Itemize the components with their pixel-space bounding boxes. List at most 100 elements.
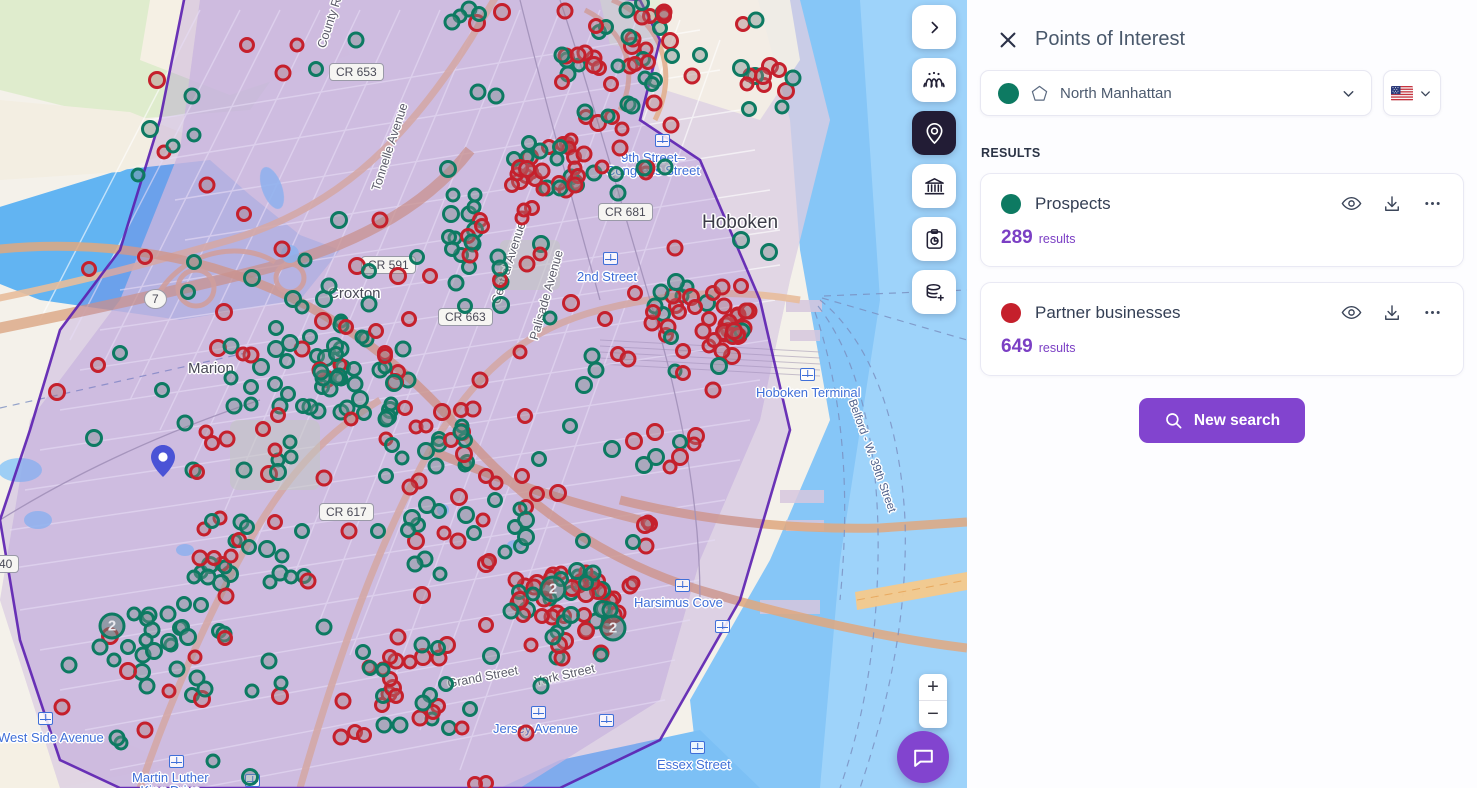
download-icon[interactable]: [1382, 303, 1402, 323]
map-poi-marker[interactable]: [391, 716, 409, 734]
map-poi-marker[interactable]: [199, 568, 216, 586]
map-poi-marker[interactable]: [355, 644, 371, 660]
map-poi-marker[interactable]: [47, 382, 66, 401]
map-poi-marker[interactable]: [562, 418, 578, 435]
area-select[interactable]: North Manhattan: [980, 70, 1372, 116]
map-poi-marker[interactable]: [478, 467, 495, 484]
map-poi-marker[interactable]: [474, 218, 491, 235]
map-poi-marker[interactable]: [360, 295, 377, 313]
map-poi-marker[interactable]: [502, 602, 520, 620]
map-poi-marker[interactable]: [138, 677, 156, 695]
map-poi-marker[interactable]: [282, 434, 298, 449]
map-poi-marker[interactable]: [600, 108, 616, 124]
map-poi-marker[interactable]: [160, 633, 178, 652]
map-poi-marker[interactable]: [119, 661, 138, 680]
map-poi-marker[interactable]: [268, 319, 285, 336]
map-poi-marker[interactable]: [497, 544, 513, 560]
map-poi-marker[interactable]: [704, 381, 722, 399]
map-poi-marker[interactable]: [584, 56, 603, 74]
map-poi-marker[interactable]: [491, 259, 509, 277]
map-poi-marker[interactable]: [186, 569, 202, 584]
map-poi-marker[interactable]: [452, 402, 469, 419]
map-poi-marker[interactable]: [327, 346, 344, 363]
map-poi-marker[interactable]: [562, 605, 581, 624]
map-poi-marker[interactable]: [283, 449, 299, 465]
map-poi-marker[interactable]: [161, 683, 177, 699]
map-poi-marker[interactable]: [244, 683, 260, 698]
map-poi-marker[interactable]: [553, 74, 570, 91]
map-poi-marker[interactable]: [406, 555, 424, 573]
map-poi-marker[interactable]: [627, 285, 644, 302]
map-poi-marker[interactable]: [289, 37, 304, 53]
map-poi-marker[interactable]: [713, 278, 731, 296]
map-poi-marker[interactable]: [724, 321, 743, 340]
map-poi-marker[interactable]: [269, 463, 288, 482]
map-poi-marker[interactable]: [442, 205, 461, 223]
map-poi-marker[interactable]: [376, 347, 393, 364]
map-poi-marker[interactable]: [611, 139, 629, 157]
map-poi-marker[interactable]: [481, 552, 497, 569]
map-poi-marker[interactable]: [656, 6, 672, 22]
result-card[interactable]: Prospects 289 results: [980, 173, 1464, 267]
map-poi-marker[interactable]: [516, 528, 535, 547]
map-poi-marker[interactable]: [108, 729, 126, 747]
map-poi-marker[interactable]: [575, 145, 593, 163]
map-poi-marker[interactable]: [295, 397, 312, 414]
map-poi-marker[interactable]: [389, 267, 408, 286]
map-poi-marker[interactable]: [732, 58, 751, 77]
map-poi-marker[interactable]: [647, 448, 666, 467]
map-cluster-marker[interactable]: 2: [539, 575, 567, 603]
map-poi-marker[interactable]: [517, 408, 533, 425]
map-poi-marker[interactable]: [486, 491, 503, 508]
map-poi-marker[interactable]: [223, 548, 239, 564]
map-poi-marker[interactable]: [274, 64, 292, 82]
map-poi-marker[interactable]: [469, 83, 487, 101]
map-poi-marker[interactable]: [556, 2, 574, 20]
map-poi-marker[interactable]: [242, 268, 261, 287]
map-poi-marker[interactable]: [371, 211, 389, 229]
map-poi-marker[interactable]: [441, 228, 457, 245]
map-poi-marker[interactable]: [462, 701, 479, 718]
more-options-icon[interactable]: [1422, 193, 1443, 214]
map-poi-marker[interactable]: [60, 656, 78, 674]
map-poi-marker[interactable]: [715, 297, 733, 315]
map-poi-marker[interactable]: [569, 46, 587, 64]
map-poi-marker[interactable]: [255, 420, 271, 437]
map-poi-marker[interactable]: [192, 596, 209, 613]
new-search-button[interactable]: New search: [1138, 398, 1306, 443]
map-poi-marker[interactable]: [369, 522, 386, 539]
map-poi-marker[interactable]: [215, 302, 233, 321]
map-poi-marker[interactable]: [340, 522, 358, 540]
map-poi-marker[interactable]: [401, 478, 419, 496]
map-poi-marker[interactable]: [620, 28, 638, 46]
map-poi-marker[interactable]: [542, 310, 558, 326]
map-poi-marker[interactable]: [176, 414, 194, 432]
map-poi-marker[interactable]: [670, 304, 687, 321]
map-poi-marker[interactable]: [315, 469, 333, 487]
map-poi-marker[interactable]: [126, 606, 142, 621]
map-poi-marker[interactable]: [517, 724, 534, 742]
map-poi-marker[interactable]: [188, 464, 205, 481]
map-poi-marker[interactable]: [240, 767, 259, 786]
map-poi-marker[interactable]: [112, 345, 129, 362]
map-poi-marker[interactable]: [691, 46, 708, 63]
map-poi-marker[interactable]: [241, 539, 257, 556]
map-poi-marker[interactable]: [401, 310, 418, 327]
map-poi-marker[interactable]: [315, 618, 333, 636]
map-poi-marker[interactable]: [577, 575, 594, 592]
map-poi-marker[interactable]: [530, 451, 547, 467]
map-poi-marker[interactable]: [477, 617, 494, 634]
download-icon[interactable]: [1382, 194, 1402, 214]
map-poi-marker[interactable]: [625, 575, 641, 590]
map-poi-marker[interactable]: [235, 346, 251, 362]
map-poi-marker[interactable]: [666, 239, 684, 257]
map-poi-marker[interactable]: [593, 647, 609, 663]
map-cluster-marker[interactable]: 2: [599, 614, 627, 642]
map-poi-marker[interactable]: [454, 720, 470, 736]
map-poi-marker[interactable]: [278, 352, 295, 369]
add-dataset-button[interactable]: [912, 270, 956, 314]
map-poi-marker[interactable]: [512, 344, 528, 360]
map-poi-marker[interactable]: [394, 340, 412, 358]
map-poi-marker[interactable]: [532, 246, 548, 262]
map-poi-marker[interactable]: [281, 334, 300, 353]
